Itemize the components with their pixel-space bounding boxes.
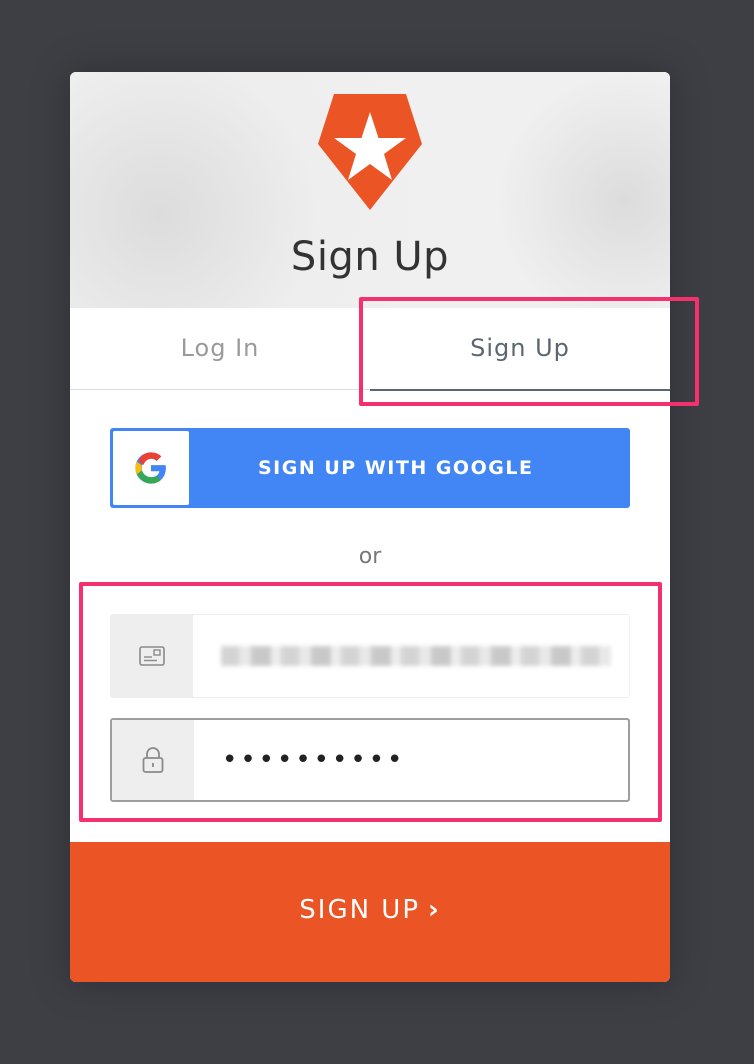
email-field[interactable]: [110, 614, 630, 698]
google-signup-button[interactable]: SIGN UP WITH GOOGLE: [110, 428, 630, 508]
google-signup-label: SIGN UP WITH GOOGLE: [258, 457, 534, 479]
tab-signup-label: Sign Up: [470, 334, 570, 362]
chevron-right-icon: ›: [428, 895, 441, 925]
redacted-email: [221, 646, 611, 666]
page-title: Sign Up: [290, 234, 450, 280]
lock-icon: [112, 720, 194, 800]
google-g-icon: [135, 452, 166, 484]
card-header: Sign Up: [70, 72, 670, 308]
password-field[interactable]: ••••••••••: [110, 718, 630, 802]
email-value[interactable]: [221, 615, 611, 697]
email-card-icon: [111, 615, 193, 697]
active-tab-underline: [370, 389, 670, 391]
tab-login[interactable]: Log In: [70, 308, 370, 390]
auth-tabs: Log In Sign Up: [70, 308, 670, 391]
signup-card: Sign Up Log In Sign Up SIGN UP WITH GOOG…: [70, 72, 670, 982]
or-divider: or: [358, 544, 382, 569]
signup-submit-label: SIGN UP: [299, 895, 421, 925]
google-icon-box: [113, 431, 189, 505]
password-value[interactable]: ••••••••••: [222, 720, 612, 800]
shield-star-logo-icon: [318, 94, 422, 210]
password-dots: ••••••••••: [222, 745, 406, 775]
signup-submit-button[interactable]: SIGN UP ›: [70, 842, 670, 982]
tab-signup[interactable]: Sign Up: [370, 308, 670, 391]
